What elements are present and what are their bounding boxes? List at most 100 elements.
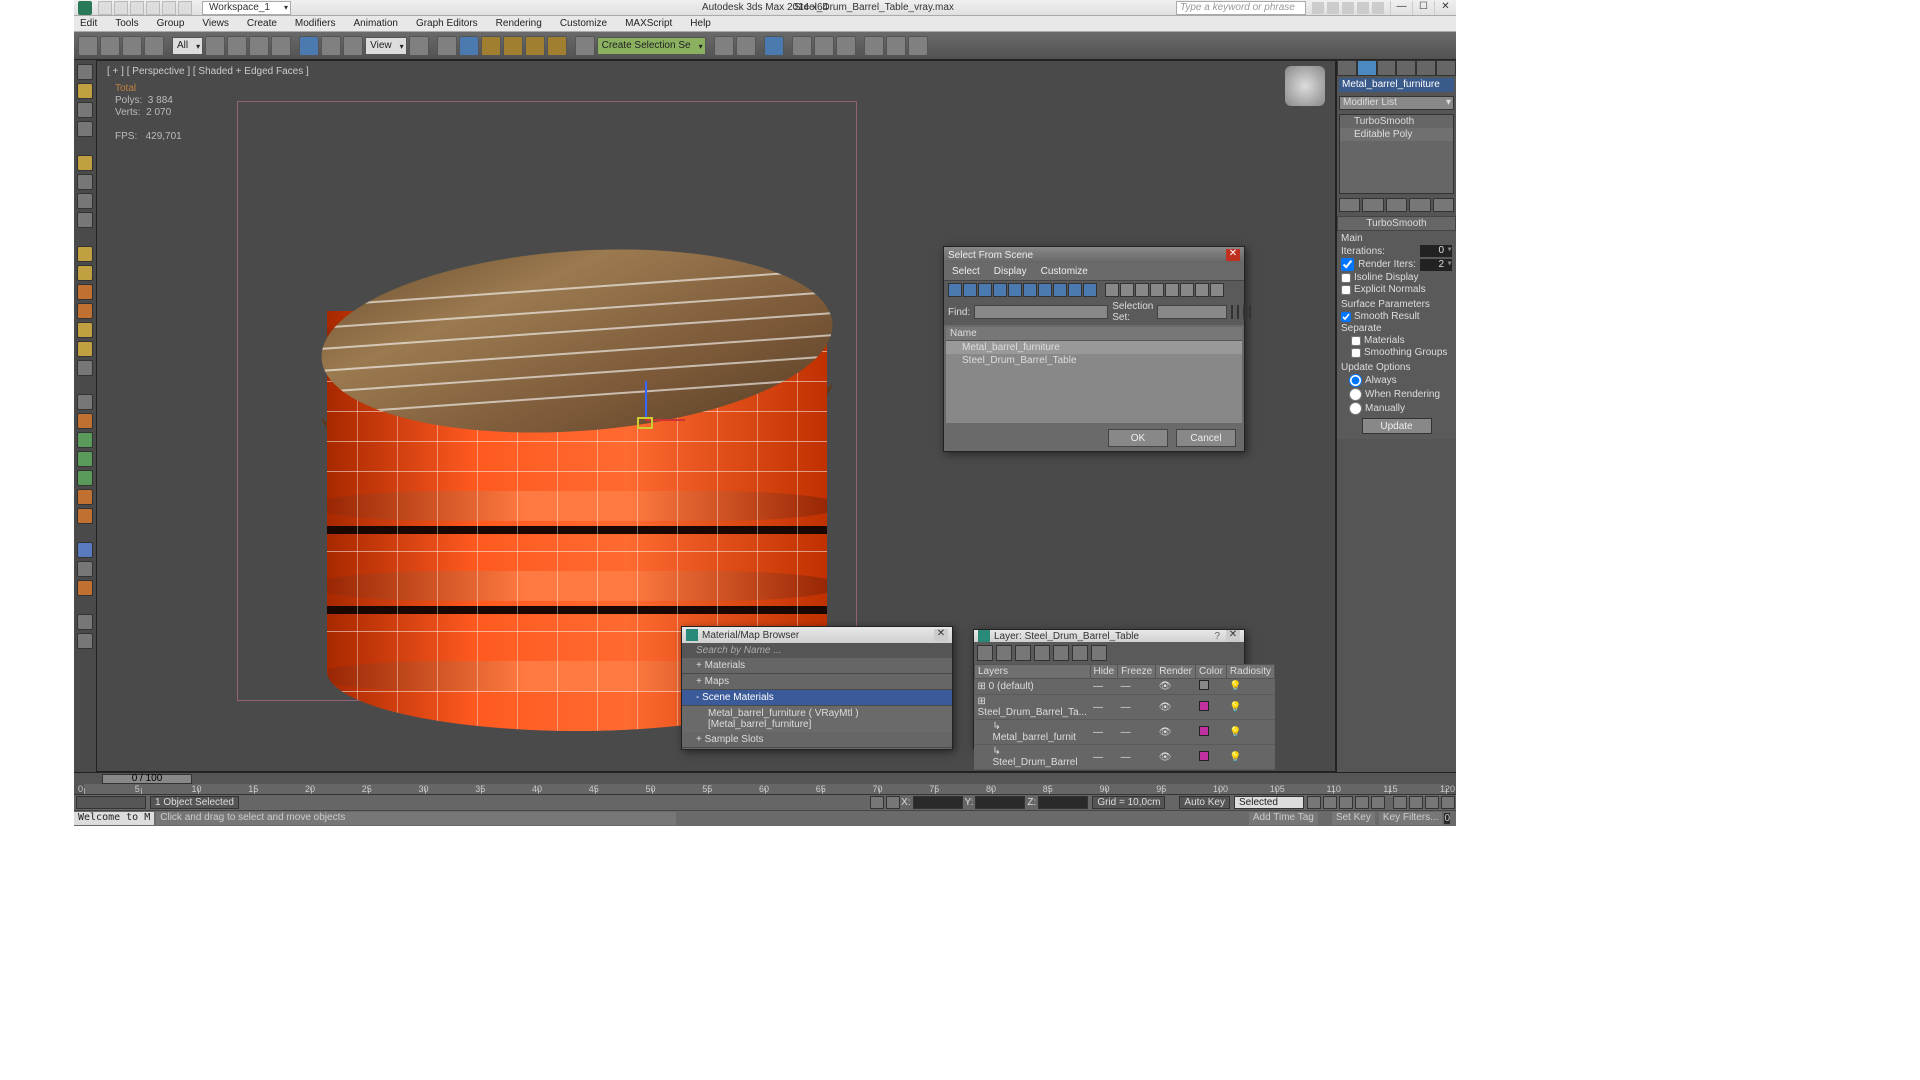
layer-col[interactable]: Hide	[1090, 665, 1118, 679]
schematic-view-icon[interactable]	[814, 36, 834, 56]
sfs-btn-icon[interactable]	[1237, 305, 1239, 319]
select-name-icon[interactable]	[227, 36, 247, 56]
object-name-field[interactable]: Metal_barrel_furniture	[1339, 78, 1454, 92]
tab-utilities-icon[interactable]	[1436, 60, 1456, 76]
strip-icon[interactable]	[77, 470, 93, 486]
menu-help[interactable]: Help	[688, 18, 713, 29]
viewport-nav-icon[interactable]	[1409, 796, 1423, 809]
autokey-button[interactable]: Auto Key	[1179, 796, 1230, 809]
key-filters-button[interactable]: Key Filters...	[1379, 812, 1443, 825]
close-icon[interactable]: ✕	[1226, 249, 1240, 261]
mirror-icon[interactable]	[714, 36, 734, 56]
sfs-filter-icon[interactable]	[1008, 283, 1022, 297]
sfs-btn-icon[interactable]	[1243, 305, 1245, 319]
explicit-normals-check[interactable]	[1341, 285, 1351, 295]
align-icon[interactable]	[736, 36, 756, 56]
layer-col[interactable]: Freeze	[1118, 665, 1156, 679]
cylinder-icon[interactable]	[77, 284, 93, 300]
y-coord-input[interactable]	[975, 796, 1025, 809]
sfs-menu-display[interactable]: Display	[994, 266, 1027, 277]
material-node[interactable]: + Materials	[682, 658, 952, 674]
material-map-browser[interactable]: Material/Map Browser ✕ Search by Name ..…	[681, 626, 953, 750]
setkey-button[interactable]: Set Key	[1332, 812, 1375, 825]
material-search-input[interactable]: Search by Name ...	[682, 643, 952, 658]
render-iters-check[interactable]	[1341, 258, 1354, 271]
spinner-snap-icon[interactable]	[547, 36, 567, 56]
qat-new-icon[interactable]	[98, 1, 112, 15]
sfs-item[interactable]: Metal_barrel_furniture	[946, 341, 1242, 354]
sfs-filter-icon[interactable]	[1083, 283, 1097, 297]
time-slider[interactable]: 0 / 100 05101520253035404550556065707580…	[74, 772, 1456, 794]
sfs-filter-icon[interactable]	[1023, 283, 1037, 297]
goto-start-icon[interactable]	[1307, 796, 1321, 809]
maxscript-listener[interactable]: Welcome to M	[74, 812, 154, 825]
strip-icon[interactable]	[77, 193, 93, 209]
layer-col[interactable]: Layers	[975, 665, 1091, 679]
strip-icon[interactable]	[77, 432, 93, 448]
x-coord-input[interactable]	[913, 796, 963, 809]
exchange-icon[interactable]	[1342, 2, 1354, 14]
menu-group[interactable]: Group	[155, 18, 187, 29]
signin-icon[interactable]	[1327, 2, 1339, 14]
strip-icon[interactable]	[77, 542, 93, 558]
layer-select-icon[interactable]	[1034, 645, 1050, 661]
undo-icon[interactable]	[78, 36, 98, 56]
edit-selection-icon[interactable]	[575, 36, 595, 56]
help-icon[interactable]: ?	[1214, 631, 1220, 642]
smooth-result-check[interactable]	[1341, 312, 1351, 322]
qat-open-icon[interactable]	[114, 1, 128, 15]
torus-icon[interactable]	[77, 303, 93, 319]
stack-show-icon[interactable]	[1362, 198, 1383, 212]
layer-row[interactable]: ⊞ Steel_Drum_Barrel_Ta...——👁💡	[975, 695, 1275, 720]
strip-icon[interactable]	[77, 174, 93, 190]
box-icon[interactable]	[77, 246, 93, 262]
qat-save-icon[interactable]	[130, 1, 144, 15]
render-iters-spinner[interactable]: 2	[1420, 259, 1452, 271]
next-frame-icon[interactable]	[1355, 796, 1369, 809]
sep-sg-check[interactable]	[1351, 348, 1361, 358]
stack-unique-icon[interactable]	[1386, 198, 1407, 212]
sfs-btn-icon[interactable]	[1231, 305, 1233, 319]
sfs-menu-select[interactable]: Select	[952, 266, 980, 277]
menu-maxscript[interactable]: MAXScript	[623, 18, 674, 29]
qat-redo-icon[interactable]	[162, 1, 176, 15]
tab-display-icon[interactable]	[1416, 60, 1436, 76]
strip-icon[interactable]	[77, 83, 93, 99]
layer-col[interactable]: Radiosity	[1226, 665, 1274, 679]
layer-manager[interactable]: Layer: Steel_Drum_Barrel_Table ? ✕ Layer…	[973, 629, 1245, 749]
strip-icon[interactable]	[77, 451, 93, 467]
goto-end-icon[interactable]	[1371, 796, 1385, 809]
sfs-filter-icon[interactable]	[1068, 283, 1082, 297]
light-icon[interactable]	[77, 155, 93, 171]
strip-icon[interactable]	[77, 580, 93, 596]
iterations-spinner[interactable]: 0	[1420, 245, 1452, 257]
cancel-button[interactable]: Cancel	[1176, 429, 1236, 447]
update-manually-radio[interactable]	[1349, 402, 1362, 415]
rollout-header[interactable]: TurboSmooth	[1337, 216, 1456, 231]
select-object-icon[interactable]	[205, 36, 225, 56]
sfs-toggle-icon[interactable]	[1180, 283, 1194, 297]
layer-row[interactable]: ↳ Steel_Drum_Barrel——👁💡	[975, 745, 1275, 770]
material-node[interactable]: + Maps	[682, 674, 952, 690]
stack-config-icon[interactable]	[1433, 198, 1454, 212]
snap-toggle-icon[interactable]	[481, 36, 501, 56]
layer-new-icon[interactable]	[977, 645, 993, 661]
cone-icon[interactable]	[77, 322, 93, 338]
ok-button[interactable]: OK	[1108, 429, 1168, 447]
layer-add-icon[interactable]	[1015, 645, 1031, 661]
sfs-filter-icon[interactable]	[1038, 283, 1052, 297]
sfs-menu-customize[interactable]: Customize	[1041, 266, 1088, 277]
move-icon[interactable]	[299, 36, 319, 56]
sfs-filter-icon[interactable]	[978, 283, 992, 297]
sfs-item[interactable]: Steel_Drum_Barrel_Table	[946, 354, 1242, 367]
infocenter-icon[interactable]	[1312, 2, 1324, 14]
key-filter-dropdown[interactable]: Selected	[1234, 796, 1304, 809]
mini-listener[interactable]	[76, 796, 146, 809]
select-region-icon[interactable]	[249, 36, 269, 56]
render-setup-icon[interactable]	[864, 36, 884, 56]
strip-icon[interactable]	[77, 614, 93, 630]
update-rendering-radio[interactable]	[1349, 388, 1362, 401]
help-icon[interactable]	[1372, 2, 1384, 14]
layer-col[interactable]: Color	[1196, 665, 1227, 679]
current-frame-input[interactable]: 0	[1444, 813, 1450, 824]
